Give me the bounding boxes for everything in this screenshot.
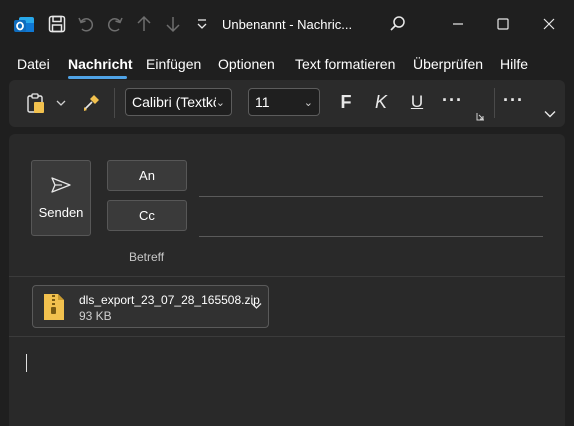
menu-nachricht[interactable]: Nachricht	[68, 56, 133, 72]
arrow-down-icon[interactable]	[163, 14, 183, 34]
more-options-button[interactable]: ···	[503, 90, 524, 111]
send-label: Senden	[38, 205, 84, 220]
chevron-down-icon: ⌄	[215, 96, 225, 109]
paste-icon[interactable]	[25, 92, 47, 114]
ribbon-expand-icon[interactable]	[543, 108, 557, 120]
font-size-value: 11	[255, 94, 270, 110]
cc-field[interactable]	[199, 205, 543, 231]
send-icon	[50, 176, 72, 197]
font-size-select[interactable]: 11 ⌄	[248, 88, 320, 116]
chevron-down-icon: ⌄	[303, 96, 313, 109]
arrow-up-icon[interactable]	[134, 14, 154, 34]
chevron-down-icon[interactable]	[250, 300, 262, 312]
header-divider	[9, 276, 565, 277]
outlook-icon	[13, 14, 35, 36]
menu-text-formatieren[interactable]: Text formatieren	[295, 56, 395, 72]
text-cursor	[26, 354, 27, 372]
font-name-value: Calibri (Textkörp	[132, 94, 216, 110]
dialog-launcher-icon[interactable]	[475, 111, 485, 121]
menu-ueberpruefen[interactable]: Überprüfen	[413, 56, 483, 72]
undo-icon[interactable]	[76, 14, 96, 34]
more-formatting-button[interactable]: ···	[442, 90, 463, 111]
attachment-name: dls_export_23_07_28_165508.zip	[79, 293, 260, 307]
italic-button[interactable]: K	[374, 92, 388, 113]
underline-button[interactable]: U	[410, 92, 424, 112]
maximize-icon[interactable]	[493, 14, 513, 34]
menu-datei[interactable]: Datei	[17, 56, 50, 72]
chevron-down-icon[interactable]	[55, 96, 67, 110]
menu-hilfe[interactable]: Hilfe	[500, 56, 528, 72]
menu-optionen[interactable]: Optionen	[218, 56, 275, 72]
attachment-card[interactable]: dls_export_23_07_28_165508.zip 93 KB	[32, 285, 269, 328]
send-button[interactable]: Senden	[31, 160, 91, 236]
to-field-underline	[199, 196, 543, 197]
format-painter-icon[interactable]	[80, 92, 102, 114]
cc-field-underline	[199, 236, 543, 237]
close-icon[interactable]	[539, 14, 559, 34]
active-tab-indicator	[68, 76, 127, 79]
subject-label: Betreff	[129, 250, 165, 264]
menu-einfuegen[interactable]: Einfügen	[146, 56, 201, 72]
subject-field[interactable]	[199, 244, 543, 268]
ribbon-separator	[114, 88, 115, 118]
ribbon-separator	[494, 88, 495, 118]
attachment-size: 93 KB	[79, 309, 112, 323]
minimize-icon[interactable]	[448, 14, 468, 34]
save-icon[interactable]	[47, 14, 67, 34]
window-title: Unbenannt - Nachric...	[222, 17, 353, 32]
bold-button[interactable]: F	[339, 92, 353, 113]
message-body[interactable]	[9, 337, 565, 426]
customize-icon[interactable]	[192, 14, 212, 34]
to-field[interactable]	[199, 165, 543, 191]
to-button[interactable]: An	[107, 160, 187, 191]
cc-button[interactable]: Cc	[107, 200, 187, 231]
zip-file-icon	[42, 292, 66, 322]
font-name-select[interactable]: Calibri (Textkörp ⌄	[125, 88, 232, 116]
search-icon[interactable]	[388, 14, 408, 34]
redo-icon[interactable]	[105, 14, 125, 34]
